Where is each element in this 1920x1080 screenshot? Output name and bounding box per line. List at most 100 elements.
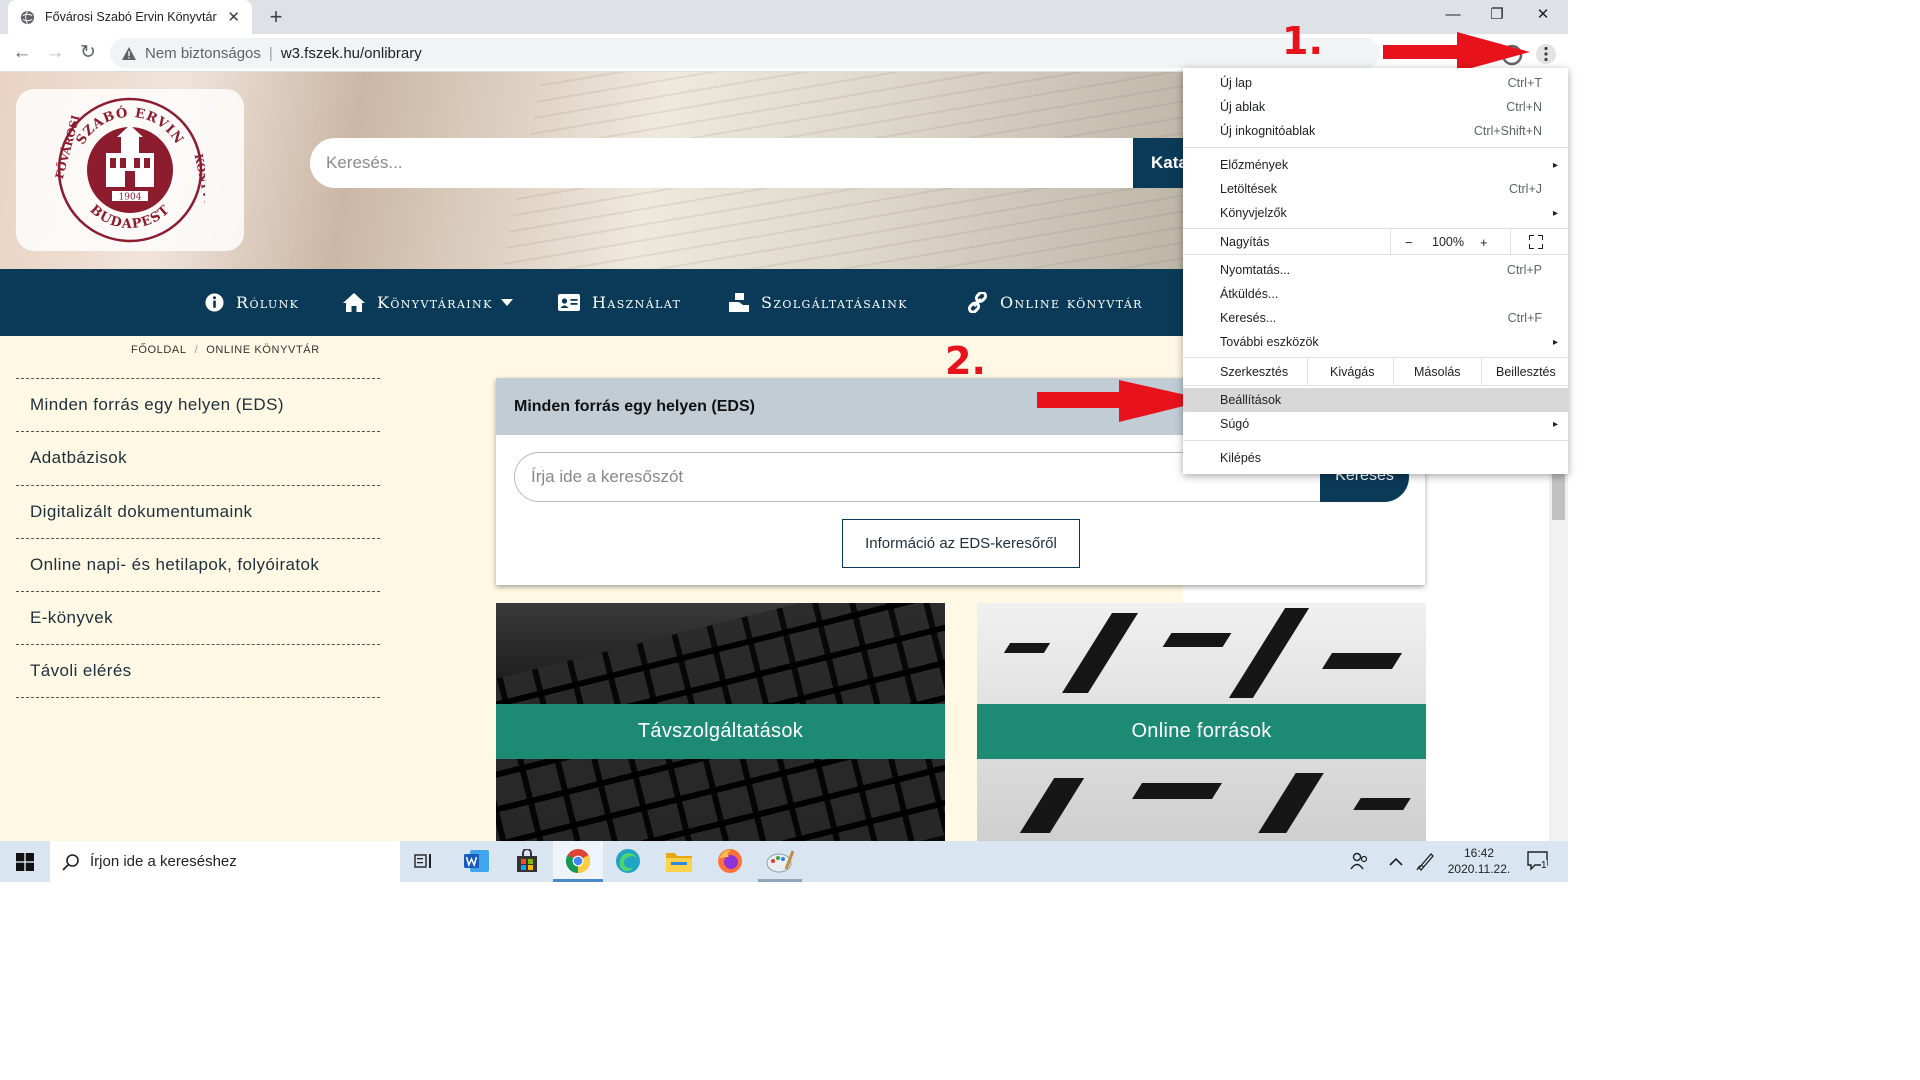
menu-label: Átküldés...	[1220, 287, 1279, 301]
menu-separator	[1183, 385, 1568, 386]
tile-label: Online források	[977, 704, 1426, 759]
menu-item-downloads[interactable]: Letöltések Ctrl+J	[1183, 177, 1568, 201]
sidebar-divider	[16, 697, 380, 698]
annotation-arrow-right-icon	[1383, 32, 1530, 72]
menu-item-cast[interactable]: Átküldés...	[1183, 282, 1568, 306]
sidebar-item-digitized[interactable]: Digitalizált dokumentumaink	[16, 485, 380, 538]
menu-shortcut: Ctrl+N	[1506, 100, 1542, 114]
people-icon[interactable]	[1344, 846, 1376, 876]
menu-shortcut: Ctrl+T	[1507, 76, 1542, 90]
eds-info-button[interactable]: Információ az EDS-keresőről	[842, 519, 1080, 568]
browser-tab[interactable]: Fővárosi Szabó Ervin Könyvtár ✕	[8, 0, 252, 34]
link-icon	[967, 292, 988, 313]
nav-item-rolunk[interactable]: Rólunk	[205, 269, 299, 336]
firefox-app-icon[interactable]	[714, 846, 746, 876]
task-view-icon[interactable]	[408, 846, 440, 876]
copy-button[interactable]: Másolás	[1414, 365, 1461, 379]
menu-item-print[interactable]: Nyomtatás... Ctrl+P	[1183, 258, 1568, 282]
zoom-in-button[interactable]: +	[1480, 235, 1488, 250]
menu-label: Kilépés	[1220, 451, 1261, 465]
nav-label: Használat	[592, 293, 682, 312]
edge-app-icon[interactable]	[612, 846, 644, 876]
search-icon	[62, 853, 79, 871]
menu-label: Könyvjelzők	[1220, 206, 1287, 220]
menu-separator	[1183, 147, 1568, 148]
sidebar-item-remote-access[interactable]: Távoli elérés	[16, 644, 380, 697]
menu-item-help[interactable]: Súgó ▸	[1183, 412, 1568, 436]
library-logo[interactable]: 1904 SZABÓ ERVIN BUDAPEST FŐVÁROSI KÖNYV…	[16, 89, 244, 251]
menu-separator	[1183, 440, 1568, 441]
nav-item-online-konyvtar[interactable]: Online könyvtár	[967, 269, 1143, 336]
tile-remote-services[interactable]: Távszolgáltatások	[496, 603, 945, 841]
menu-item-bookmarks[interactable]: Könyvjelzők ▸	[1183, 201, 1568, 225]
menu-label: Szerkesztés	[1220, 365, 1289, 379]
letter-shape	[1353, 798, 1411, 810]
letter-shape	[1258, 773, 1324, 833]
tray-chevron-up-icon[interactable]	[1380, 846, 1412, 876]
new-tab-button[interactable]: +	[264, 4, 288, 30]
notification-center-icon[interactable]: 1	[1522, 846, 1554, 876]
menu-separator	[1183, 254, 1568, 255]
kebab-menu-icon[interactable]	[1535, 43, 1557, 65]
taskbar-search-placeholder: Írjon ide a kereséshez	[90, 853, 237, 870]
sidebar-item-ebooks[interactable]: E-könyvek	[16, 591, 380, 644]
tile-online-sources[interactable]: Online források	[977, 603, 1426, 841]
zoom-out-button[interactable]: −	[1405, 235, 1413, 250]
sidebar-item-periodicals[interactable]: Online napi- és hetilapok, folyóiratok	[16, 538, 380, 591]
menu-shortcut: Ctrl+F	[1507, 311, 1542, 325]
annotation-step-1: 1.	[1282, 19, 1323, 63]
nav-label: Szolgáltatásaink	[761, 293, 908, 312]
tab-close-icon[interactable]: ✕	[227, 8, 240, 26]
taskbar-clock[interactable]: 16:42 2020.11.22.	[1446, 845, 1512, 877]
nav-item-szolgaltatasaink[interactable]: Szolgáltatásaink	[729, 269, 908, 336]
menu-item-more-tools[interactable]: További eszközök ▸	[1183, 330, 1568, 354]
menu-item-exit[interactable]: Kilépés	[1183, 446, 1568, 470]
windows-start-icon[interactable]	[16, 853, 34, 871]
nav-item-hasznalat[interactable]: Használat	[558, 269, 681, 336]
minimize-button[interactable]: —	[1430, 0, 1476, 30]
menu-item-new-tab[interactable]: Új lap Ctrl+T	[1183, 71, 1568, 95]
hand-box-icon	[729, 293, 749, 312]
menu-label: Új ablak	[1220, 100, 1266, 114]
globe-icon	[20, 10, 35, 24]
menu-label: Nagyítás	[1220, 235, 1270, 249]
address-separator: |	[268, 44, 273, 62]
chrome-app-icon[interactable]	[562, 846, 594, 876]
menu-item-find[interactable]: Keresés... Ctrl+F	[1183, 306, 1568, 330]
taskbar-search[interactable]: Írjon ide a kereséshez	[50, 841, 400, 882]
menu-separator	[1183, 357, 1568, 358]
paste-button[interactable]: Beillesztés	[1496, 365, 1556, 379]
back-button[interactable]: ←	[9, 40, 35, 66]
address-bar[interactable]: Nem biztonságos | w3.fszek.hu/onlibrary	[110, 38, 1380, 68]
nav-item-konyvtaraink[interactable]: Könyvtáraink	[343, 269, 513, 336]
breadcrumb-home[interactable]: Főoldal	[131, 344, 187, 356]
url-text: w3.fszek.hu/onlibrary	[280, 44, 422, 62]
sidebar-item-databases[interactable]: Adatbázisok	[16, 431, 380, 484]
restore-button[interactable]: ❐	[1474, 0, 1520, 30]
cut-button[interactable]: Kivágás	[1330, 365, 1374, 379]
forward-button[interactable]: →	[42, 40, 68, 66]
menu-item-new-window[interactable]: Új ablak Ctrl+N	[1183, 95, 1568, 119]
breadcrumb-current: Online könyvtár	[206, 344, 320, 356]
menu-label: Keresés...	[1220, 311, 1277, 325]
menu-item-incognito[interactable]: Új inkognitóablak Ctrl+Shift+N	[1183, 119, 1568, 143]
word-app-icon[interactable]	[461, 846, 493, 876]
submenu-arrow-icon: ▸	[1552, 159, 1558, 171]
clock-date: 2020.11.22.	[1447, 862, 1511, 876]
paint-app-icon[interactable]	[764, 846, 796, 876]
menu-item-settings[interactable]: Beállítások	[1183, 388, 1568, 412]
close-window-button[interactable]: ✕	[1520, 0, 1566, 30]
breadcrumb: Főoldal / Online könyvtár	[131, 344, 320, 356]
site-search-input[interactable]: Keresés...	[310, 138, 1136, 188]
menu-item-history[interactable]: Előzmények ▸	[1183, 153, 1568, 177]
store-app-icon[interactable]	[511, 846, 543, 876]
menu-label: Új lap	[1220, 76, 1252, 90]
file-explorer-icon[interactable]	[663, 846, 695, 876]
menu-label: Nyomtatás...	[1220, 263, 1291, 277]
menu-item-edit: Szerkesztés Kivágás Másolás Beillesztés	[1183, 360, 1568, 384]
sidebar-item-eds[interactable]: Minden forrás egy helyen (EDS)	[16, 378, 380, 431]
pen-workspace-icon[interactable]	[1410, 846, 1442, 876]
reload-button[interactable]: ↻	[75, 40, 101, 66]
fullscreen-icon[interactable]	[1529, 235, 1543, 249]
menu-label: Előzmények	[1220, 158, 1289, 172]
